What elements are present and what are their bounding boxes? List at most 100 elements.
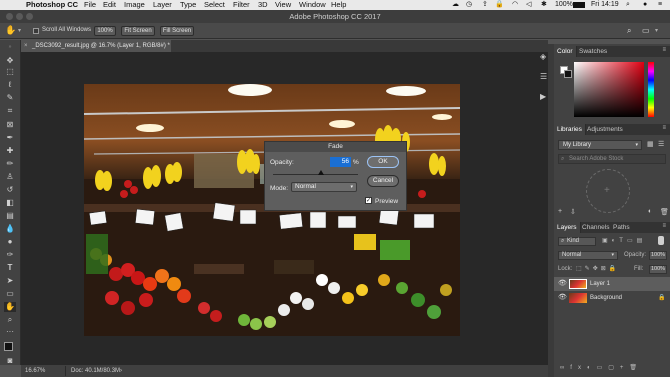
- collapse-toolbar-icon[interactable]: »: [4, 42, 16, 52]
- zoom-level[interactable]: 16.67%: [25, 365, 45, 377]
- list-view-icon[interactable]: ☰: [658, 140, 664, 148]
- tab-channels[interactable]: Channels: [579, 222, 612, 233]
- menu-edit[interactable]: Edit: [103, 0, 116, 10]
- pen-tool-icon[interactable]: ✑: [4, 250, 16, 260]
- menu-window[interactable]: Window: [299, 0, 326, 10]
- menu-filter[interactable]: Filter: [233, 0, 250, 10]
- ok-button[interactable]: OK: [367, 156, 399, 168]
- menu-file[interactable]: File: [84, 0, 96, 10]
- history-brush-tool-icon[interactable]: ↺: [4, 185, 16, 195]
- layer-row-layer1[interactable]: 👁 Layer 1: [554, 277, 670, 291]
- lasso-tool-icon[interactable]: ℓ: [4, 80, 16, 90]
- layer-filter-icons[interactable]: ▣◐T▭▤: [602, 237, 646, 244]
- color-bg-swatch[interactable]: [564, 70, 572, 78]
- blend-mode-select[interactable]: Normal ▾: [558, 251, 618, 260]
- crop-tool-icon[interactable]: ⌗: [4, 106, 16, 116]
- brush-tool-icon[interactable]: ✏: [4, 159, 16, 169]
- library-upload-icon[interactable]: ⇩: [570, 208, 576, 216]
- opacity-input[interactable]: 56: [330, 157, 351, 167]
- creative-cloud-icon[interactable]: ☁: [452, 0, 459, 10]
- layer-fill-input[interactable]: 100%: [649, 265, 667, 274]
- add-content-icon[interactable]: +: [604, 185, 610, 196]
- menu-type[interactable]: Type: [180, 0, 196, 10]
- layer-row-background[interactable]: 👁 Background 🔒: [554, 291, 670, 305]
- eraser-tool-icon[interactable]: ◧: [4, 198, 16, 208]
- workspace-dropdown-icon[interactable]: ▾: [655, 27, 658, 34]
- eye-icon[interactable]: 👁: [558, 291, 567, 305]
- opacity-slider-track[interactable]: [273, 174, 358, 175]
- zoom-100-button[interactable]: 100%: [94, 26, 116, 36]
- preset-dropdown-icon[interactable]: ▾: [18, 27, 21, 34]
- scroll-all-checkbox[interactable]: [33, 28, 39, 34]
- menu-view[interactable]: View: [275, 0, 291, 10]
- panel-menu-icon[interactable]: ≡: [662, 47, 666, 53]
- upload-icon[interactable]: ⇪: [482, 0, 488, 10]
- tab-layers[interactable]: Layers: [554, 222, 581, 233]
- hand-tool-preset-icon[interactable]: ✋: [5, 25, 16, 36]
- tab-adjustments[interactable]: Adjustments: [584, 124, 626, 135]
- stock-search-input[interactable]: ⌕ Search Adobe Stock: [558, 154, 666, 164]
- preview-checkbox[interactable]: ✓: [365, 197, 372, 204]
- quick-select-tool-icon[interactable]: ✎: [4, 93, 16, 103]
- menu-3d[interactable]: 3D: [258, 0, 268, 10]
- menu-image[interactable]: Image: [124, 0, 145, 10]
- tab-paths[interactable]: Paths: [610, 222, 633, 233]
- document-tab[interactable]: × _DSC3092_result.jpg @ 16.7% (Layer 1, …: [21, 40, 171, 52]
- add-element-icon[interactable]: +: [558, 208, 562, 215]
- zoom-tool-icon[interactable]: ⌕: [4, 315, 16, 325]
- wifi-icon[interactable]: ◠: [512, 0, 518, 10]
- history-panel-icon[interactable]: ◈: [540, 52, 546, 61]
- dodge-tool-icon[interactable]: ●: [4, 237, 16, 247]
- battery-icon[interactable]: [573, 2, 585, 8]
- filter-kind-select[interactable]: ⌕ Kind: [558, 237, 596, 246]
- eye-icon[interactable]: 👁: [558, 277, 567, 291]
- cc-sync-icon[interactable]: ◐: [648, 208, 652, 215]
- marquee-tool-icon[interactable]: ⬚: [4, 67, 16, 77]
- status-menu-icon[interactable]: ›: [120, 365, 122, 377]
- tab-color[interactable]: Color: [554, 46, 577, 57]
- menu-layer[interactable]: Layer: [153, 0, 172, 10]
- healing-brush-tool-icon[interactable]: ✚: [4, 146, 16, 156]
- foreground-color-swatch[interactable]: [4, 342, 13, 351]
- gradient-tool-icon[interactable]: ▤: [4, 211, 16, 221]
- menu-help[interactable]: Help: [331, 0, 346, 10]
- mode-select[interactable]: Normal ▾: [291, 182, 357, 192]
- eyedropper-tool-icon[interactable]: ✒: [4, 133, 16, 143]
- layer-opacity-input[interactable]: 100%: [649, 251, 667, 260]
- quick-mask-icon[interactable]: ◙: [4, 356, 16, 366]
- spotlight-icon[interactable]: ⌕: [626, 0, 630, 10]
- lock-status-icon[interactable]: 🔒: [495, 0, 504, 10]
- blur-tool-icon[interactable]: 💧: [4, 224, 16, 234]
- timemachine-icon[interactable]: ◷: [466, 0, 472, 10]
- clone-stamp-tool-icon[interactable]: ♙: [4, 172, 16, 182]
- notifications-icon[interactable]: ≡: [658, 0, 662, 10]
- properties-panel-icon[interactable]: ☰: [540, 72, 547, 81]
- menu-select[interactable]: Select: [204, 0, 225, 10]
- more-tools-icon[interactable]: ···: [4, 327, 16, 337]
- actions-panel-icon[interactable]: ▶: [540, 92, 546, 101]
- volume-icon[interactable]: ◁: [526, 0, 531, 10]
- frame-tool-icon[interactable]: ⊠: [4, 120, 16, 130]
- close-tab-icon[interactable]: ×: [24, 40, 28, 52]
- cancel-button[interactable]: Cancel: [367, 175, 399, 187]
- move-tool-icon[interactable]: ✥: [4, 56, 16, 66]
- tab-libraries[interactable]: Libraries: [554, 124, 586, 135]
- type-tool-icon[interactable]: T: [4, 263, 16, 273]
- shape-tool-icon[interactable]: ▭: [4, 289, 16, 299]
- hand-tool-icon[interactable]: ✋: [4, 302, 16, 312]
- panel-menu-icon[interactable]: ≡: [662, 125, 666, 131]
- menu-app[interactable]: Photoshop CC: [26, 0, 78, 10]
- opacity-slider-thumb[interactable]: [317, 170, 324, 175]
- path-select-tool-icon[interactable]: ➤: [4, 276, 16, 286]
- panel-menu-icon[interactable]: ≡: [662, 223, 666, 229]
- clock[interactable]: Fri 14:19: [591, 0, 619, 10]
- delete-library-item-icon[interactable]: 🗑: [660, 208, 669, 216]
- fill-screen-button[interactable]: Fill Screen: [160, 26, 194, 36]
- bluetooth-icon[interactable]: ✱: [541, 0, 547, 10]
- search-icon[interactable]: ⌕: [627, 26, 631, 36]
- siri-icon[interactable]: ●: [643, 0, 647, 10]
- grid-view-icon[interactable]: ▦: [647, 140, 654, 148]
- fit-screen-button[interactable]: Fit Screen: [121, 26, 155, 36]
- filter-toggle-icon[interactable]: [658, 236, 664, 245]
- library-select[interactable]: My Library ▾: [558, 140, 642, 150]
